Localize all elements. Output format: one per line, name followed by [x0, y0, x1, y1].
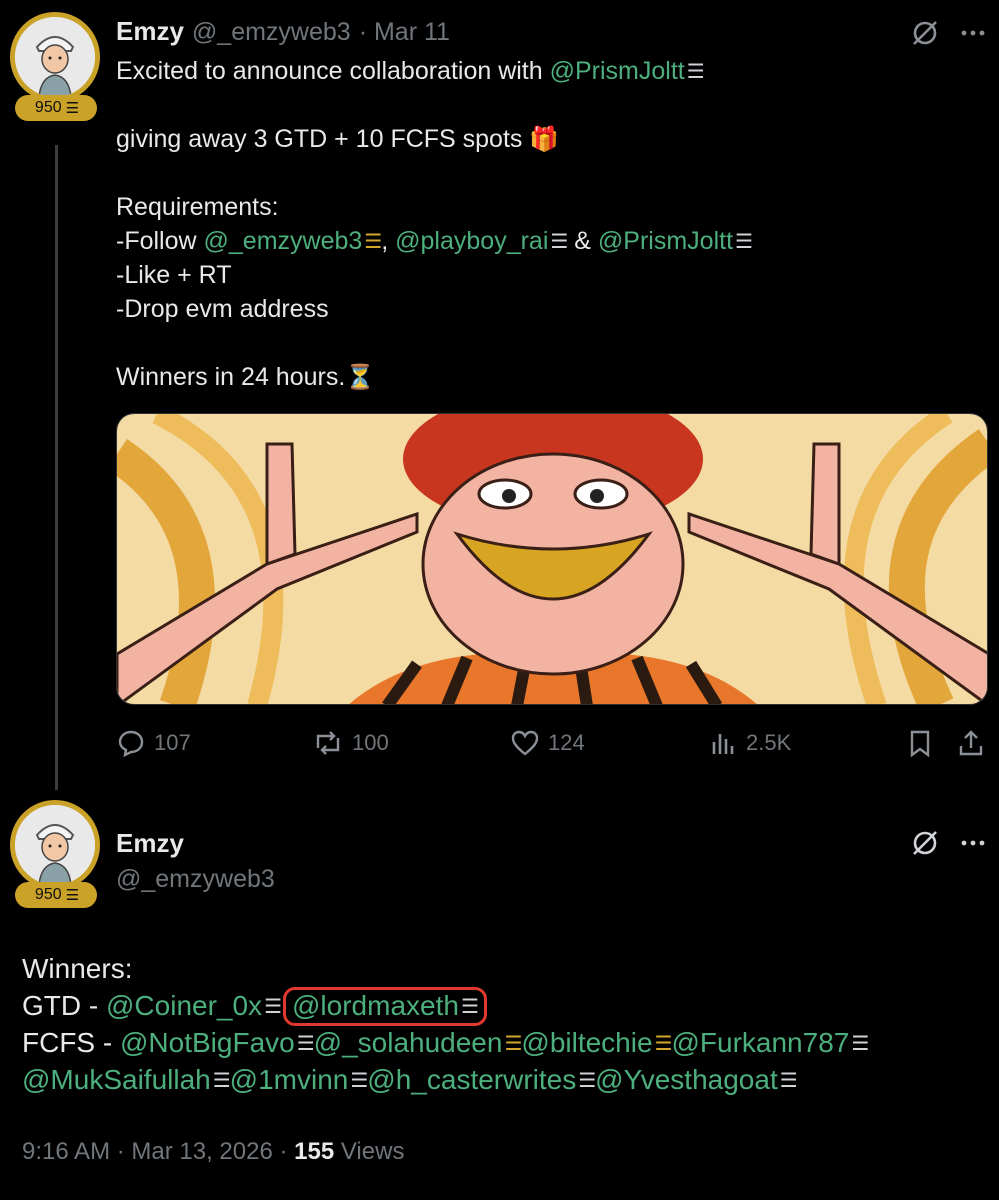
affiliate-icon: ☰ — [350, 1070, 368, 1093]
avatar-2[interactable] — [10, 800, 100, 890]
grok-icon[interactable] — [910, 18, 940, 53]
tweet-timestamp[interactable]: 9:16 AM · Mar 13, 2026 · — [22, 1138, 294, 1165]
mention-notbigfavo[interactable]: @NotBigFavo — [120, 1027, 295, 1058]
mention-coiner-0x[interactable]: @Coiner_0x — [106, 990, 262, 1021]
mention-playboy-rai[interactable]: @playboy_rai — [395, 227, 548, 255]
affiliate-icon: ☰ — [578, 1070, 596, 1093]
mention-furkann787[interactable]: @Furkann787 — [671, 1027, 849, 1058]
mention-prismjoltt-2[interactable]: @PrismJoltt — [598, 227, 733, 255]
mention-solahudeen[interactable]: @_solahudeen — [314, 1027, 503, 1058]
heart-icon — [511, 730, 539, 756]
tweet-header: Emzy @_emzyweb3 · Mar 11 — [116, 16, 450, 47]
list-icon: ☰ — [65, 887, 80, 904]
author-handle[interactable]: @_emzyweb3 — [192, 18, 351, 47]
share-button[interactable] — [956, 728, 986, 758]
view-count: 155 — [294, 1138, 335, 1165]
mention-prismjoltt[interactable]: @PrismJoltt — [550, 57, 685, 85]
affiliate-icon: ☰ — [212, 1070, 231, 1093]
affiliate-icon: ☰ — [550, 231, 568, 254]
grok-icon-2[interactable] — [910, 828, 940, 863]
author-handle-2[interactable]: @_emzyweb3 — [116, 865, 275, 894]
views-label: Views — [334, 1138, 405, 1165]
tweet-text: Excited to announce collaboration with @… — [116, 57, 753, 391]
analytics-icon — [712, 734, 734, 754]
tweet-actions: 107 100 124 2.5K — [116, 728, 988, 762]
retweet-button[interactable]: 100 — [312, 728, 389, 758]
mention-emzyweb3[interactable]: @_emzyweb3 — [204, 227, 363, 255]
bookmark-button[interactable] — [906, 728, 934, 758]
affiliate-icon: ☰ — [460, 996, 479, 1019]
share-icon — [959, 730, 983, 756]
avatar-image — [15, 17, 95, 97]
affiliate-icon: ☰ — [296, 1033, 315, 1056]
thread-line — [55, 145, 58, 790]
affiliate-icon: ☰ — [735, 231, 753, 254]
retweet-icon — [316, 731, 340, 755]
avatar[interactable] — [10, 12, 100, 102]
affiliate-icon: ☰ — [851, 1033, 869, 1056]
mention-1mvinn[interactable]: @1mvinn — [230, 1064, 349, 1095]
affiliate-icon: ☰ — [504, 1033, 522, 1056]
affiliate-icon: ☰ — [686, 61, 705, 84]
highlighted-mention-lordmaxeth[interactable]: @lordmaxeth ☰ — [283, 987, 487, 1026]
bookmark-icon — [910, 730, 930, 758]
more-icon-2[interactable] — [958, 828, 988, 863]
like-button[interactable]: 124 — [510, 728, 585, 758]
list-icon: ☰ — [65, 100, 80, 117]
hourglass-emoji: ⏳ — [345, 364, 376, 391]
affiliate-icon: ☰ — [654, 1033, 673, 1056]
author-name[interactable]: Emzy — [116, 16, 184, 47]
more-icon[interactable] — [958, 18, 988, 53]
reply-button[interactable]: 107 — [116, 728, 191, 758]
tweet-image[interactable] — [116, 413, 988, 705]
reply-icon — [118, 730, 144, 758]
avatar-image — [15, 805, 95, 885]
mention-yvesthagoat[interactable]: @Yvesthagoat — [595, 1064, 778, 1095]
tweet-meta: 9:16 AM · Mar 13, 2026 · 155 Views — [22, 1138, 404, 1166]
badge-950: 950 ☰ — [15, 95, 97, 121]
affiliate-icon: ☰ — [779, 1070, 798, 1093]
badge-950-2: 950 ☰ — [15, 882, 97, 908]
tweet-date[interactable]: · Mar 11 — [359, 18, 450, 47]
mention-biltechie[interactable]: @biltechie — [521, 1027, 652, 1058]
tweet-text-2: Winners: GTD - @Coiner_0x ☰ @lordmaxeth ☰ F… — [22, 950, 982, 1098]
cartoon-illustration — [117, 414, 987, 704]
affiliate-icon: ☰ — [364, 231, 382, 254]
affiliate-icon: ☰ — [264, 996, 282, 1019]
author-name-2[interactable]: Emzy — [116, 828, 184, 859]
views-button[interactable]: 2.5K — [708, 728, 791, 758]
mention-muksaifullah[interactable]: @MukSaifullah — [22, 1064, 211, 1095]
gift-emoji: 🎁 — [529, 126, 560, 153]
mention-h-casterwrites[interactable]: @h_casterwrites — [367, 1064, 576, 1095]
